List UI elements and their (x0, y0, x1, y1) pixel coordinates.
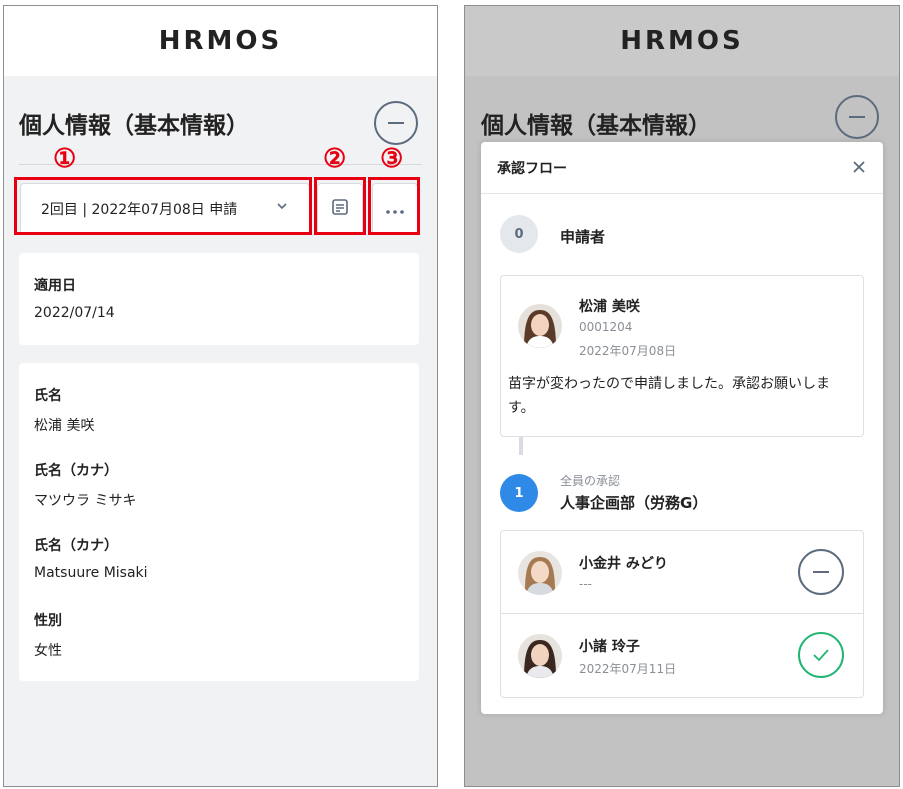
app-header: HRMOS (465, 6, 899, 76)
right-screen: HRMOS 個人情報（基本情報） 承認フロー 0 申請者 松浦 美咲 00012… (464, 5, 900, 787)
approval-type: 全員の承認 (560, 474, 621, 488)
field-label: 氏名（カナ） (34, 463, 118, 479)
step-label: 申請者 (560, 228, 606, 246)
avatar (518, 551, 562, 595)
annotation-box-3 (368, 177, 420, 235)
field-value: Matsuure Misaki (34, 565, 148, 581)
modal-header: 承認フロー (481, 142, 883, 194)
page-title: 個人情報（基本情報） (481, 113, 711, 139)
approver-name: 小諸 玲子 (579, 639, 640, 655)
annotation-box-1 (14, 177, 312, 235)
name-romaji-field: 氏名（カナ） Matsuure Misaki (34, 535, 148, 581)
applicant-card: 松浦 美咲 0001204 2022年07月08日 苗字が変わったので申請しまし… (500, 275, 864, 437)
name-kana-field: 氏名（カナ） マツウラ ミサキ (34, 460, 136, 510)
approval-department: 人事企画部（労務G） (560, 494, 708, 512)
minus-circle-icon[interactable] (835, 95, 879, 139)
minus-circle-icon (798, 549, 844, 595)
field-value: 2022/07/14 (34, 305, 115, 321)
approval-date: 2022年07月11日 (579, 662, 677, 676)
approver-row: 小金井 みどり --- (501, 531, 863, 614)
personal-info-card: 氏名 松浦 美咲 氏名（カナ） マツウラ ミサキ 氏名（カナ） Matsuure… (19, 363, 419, 681)
applicant-name: 松浦 美咲 (579, 299, 640, 315)
field-value: マツウラ ミサキ (34, 493, 137, 509)
left-screen: HRMOS 個人情報（基本情報） ① ② ③ 2回目 | 2022年07月08日… (3, 5, 438, 787)
annotation-marker-2: ② (323, 144, 347, 174)
approver-name: 小金井 みどり (579, 556, 668, 572)
field-value: 女性 (34, 643, 62, 659)
app-logo: HRMOS (158, 26, 283, 56)
step-number-badge: 1 (500, 474, 538, 512)
approval-date: --- (579, 577, 592, 591)
field-label: 性別 (34, 613, 62, 629)
close-icon[interactable] (851, 156, 867, 180)
approvers-card: 小金井 みどり --- 小諸 玲子 2022年07月11日 (500, 530, 864, 698)
employee-id: 0001204 (579, 320, 633, 334)
app-logo: HRMOS (620, 26, 744, 56)
field-label: 氏名（カナ） (34, 538, 118, 554)
applicant-comment: 苗字が変わったので申請しました。承認お願いします。 (508, 376, 830, 416)
name-field: 氏名 松浦 美咲 (34, 385, 94, 435)
annotation-marker-3: ③ (380, 144, 404, 174)
page-title: 個人情報（基本情報） (19, 113, 249, 139)
annotation-marker-1: ① (53, 144, 77, 174)
avatar (518, 304, 562, 348)
gender-field: 性別 女性 (34, 610, 62, 660)
application-date: 2022年07月08日 (579, 344, 677, 358)
field-label: 氏名 (34, 388, 62, 404)
step-number-badge: 0 (500, 215, 538, 253)
modal-title: 承認フロー (497, 160, 567, 177)
approver-row: 小諸 玲子 2022年07月11日 (501, 614, 863, 697)
applied-date-card: 適用日 2022/07/14 (19, 253, 419, 345)
divider (19, 164, 422, 165)
field-value: 松浦 美咲 (34, 418, 95, 434)
avatar (518, 634, 562, 678)
minus-circle-icon[interactable] (374, 101, 418, 145)
check-circle-icon (798, 632, 844, 678)
app-header: HRMOS (4, 6, 437, 76)
approval-flow-modal: 承認フロー 0 申請者 松浦 美咲 0001204 2022年07月08日 苗字… (481, 142, 883, 714)
applied-date-field: 適用日 2022/07/14 (34, 275, 115, 321)
annotation-box-2 (314, 177, 366, 235)
field-label: 適用日 (34, 278, 76, 294)
flow-connector (519, 437, 523, 455)
